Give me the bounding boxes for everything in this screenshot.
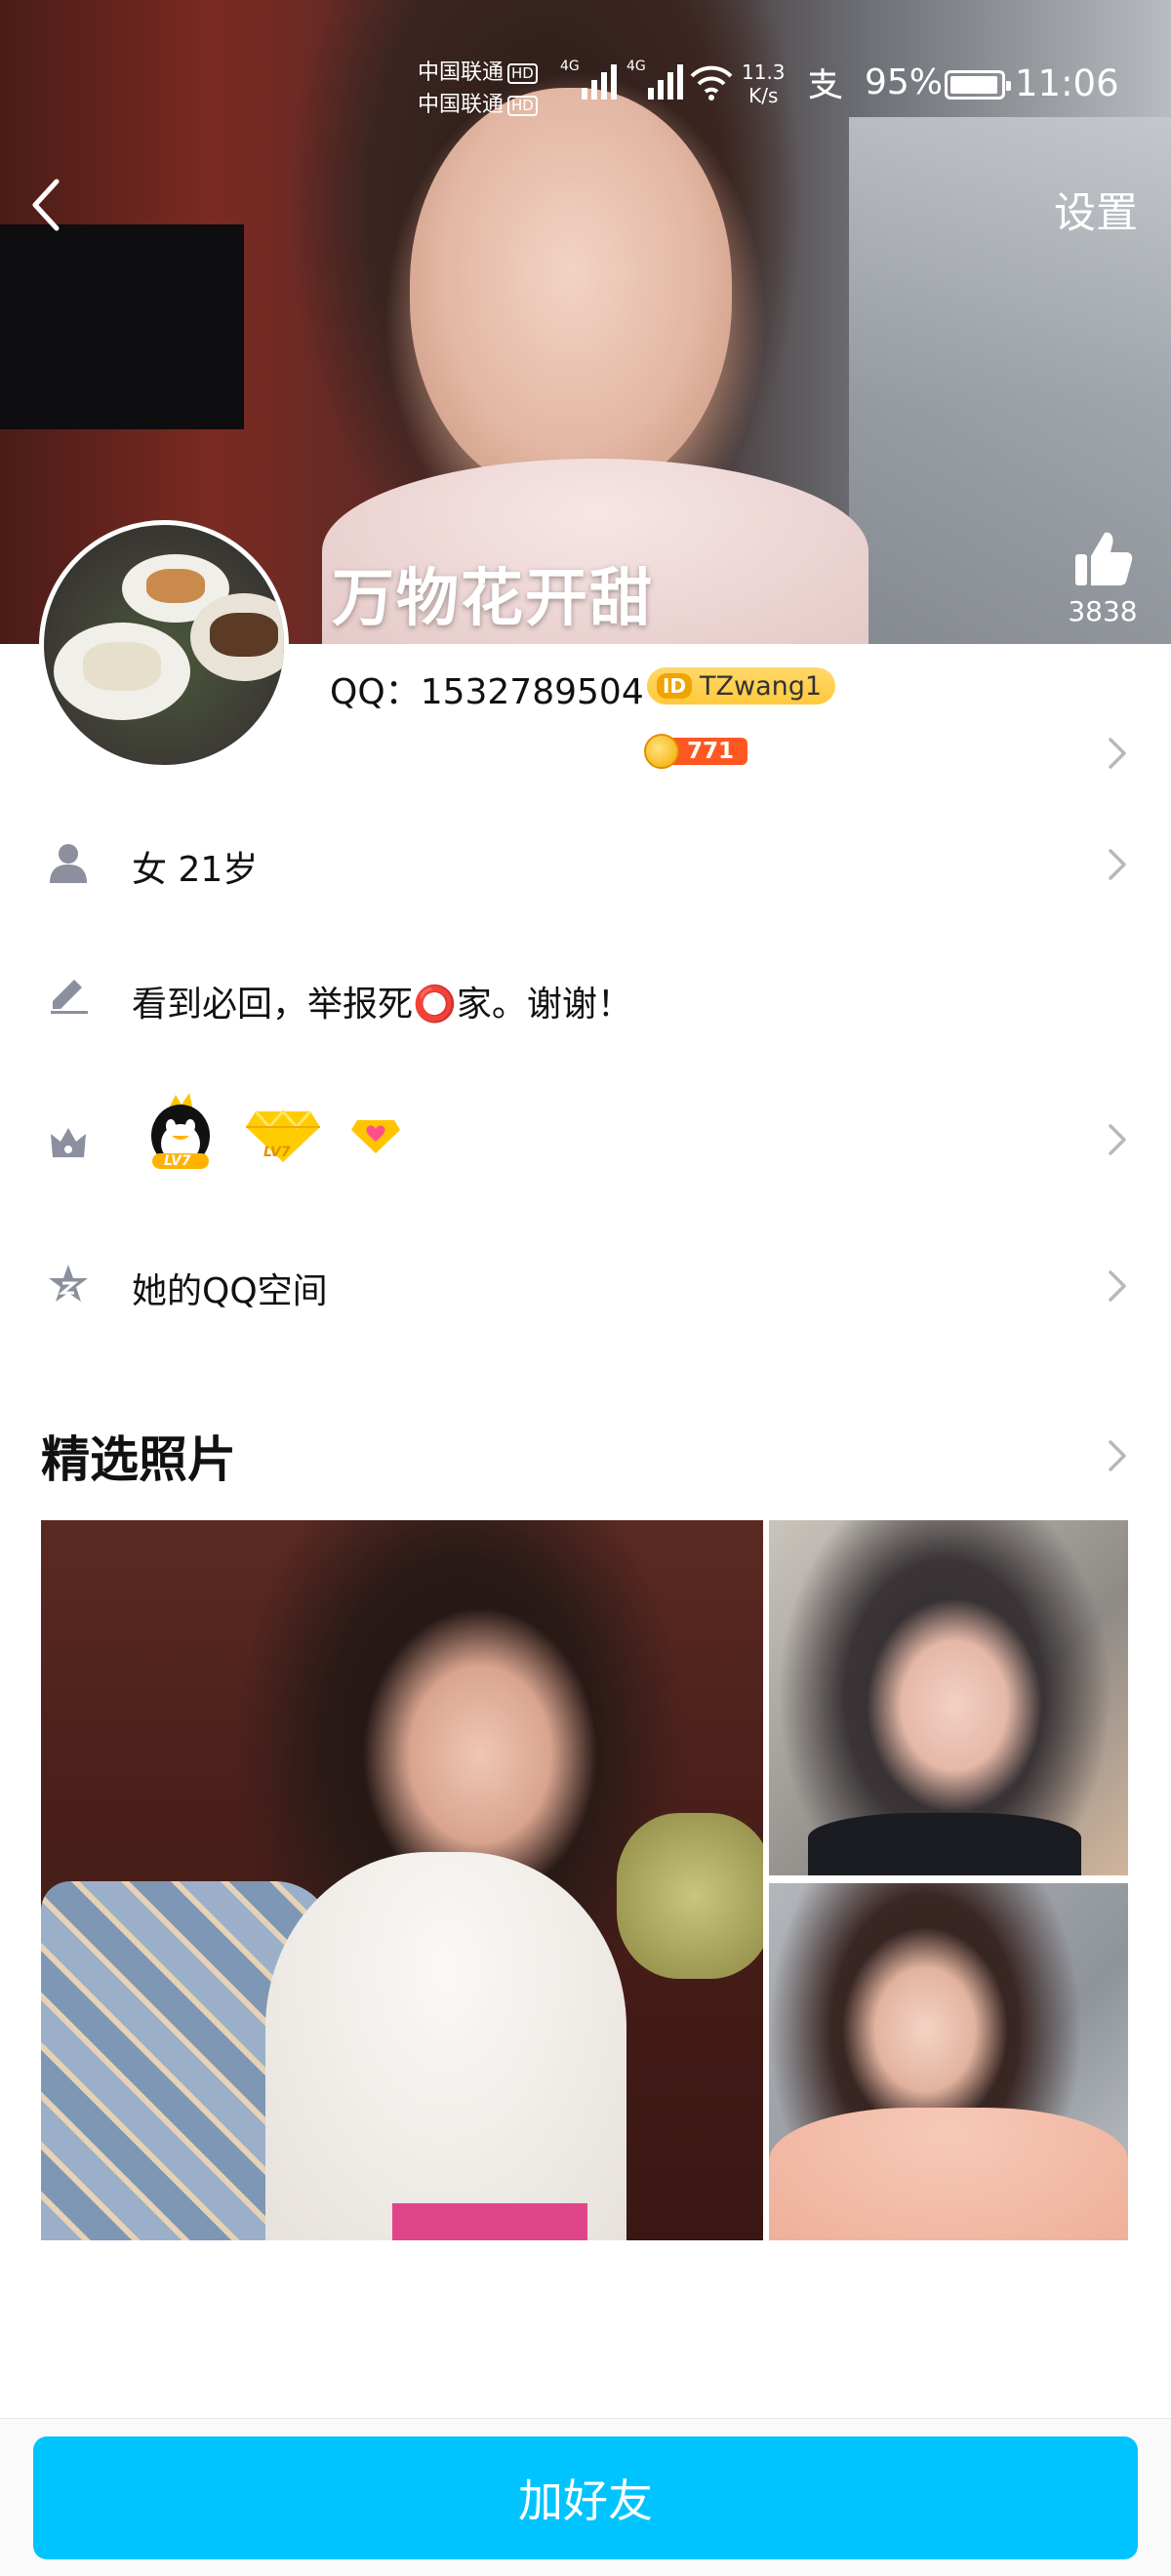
carrier-2: 中国联通 (418, 93, 505, 117)
thumbs-up-icon (1075, 532, 1133, 585)
diamond-level: LV7 (263, 1145, 291, 1160)
id-badge-icon: ID (657, 673, 693, 699)
qq-number: 1532789504 (420, 672, 644, 712)
like-button[interactable]: 3838 (1066, 527, 1140, 627)
heart-diamond-icon (351, 1120, 400, 1153)
hd-badge-2: HD (507, 95, 538, 116)
diamond-level-badge: LV7 (246, 1100, 320, 1168)
coin-value: 771 (669, 738, 748, 765)
crown-icon (51, 1128, 86, 1157)
coin-badge[interactable]: 771 (644, 734, 748, 769)
back-button[interactable] (27, 176, 66, 234)
person-icon (50, 844, 87, 883)
featured-photos-chevron-icon[interactable] (1105, 1436, 1130, 1475)
penguin-level: LV7 (164, 1153, 191, 1169)
coin-icon (644, 734, 679, 769)
signature-text: 看到必回，举报死⭕家。谢谢！ (132, 985, 632, 1025)
network-type-2: 4G (626, 59, 646, 74)
featured-photo-3[interactable] (769, 1883, 1128, 2240)
nickname: 万物花开甜 (332, 563, 654, 635)
battery-percent: 95% (865, 62, 944, 102)
chevron-right-icon (1109, 1270, 1126, 1302)
add-friend-button[interactable]: 加好友 (33, 2436, 1138, 2559)
wifi-icon (690, 65, 733, 101)
network-type-1: 4G (560, 59, 580, 74)
settings-button[interactable]: 设置 (1054, 180, 1138, 240)
qq-label: QQ： (330, 672, 421, 712)
battery-fill (950, 76, 997, 94)
cover-tv (0, 224, 244, 429)
signal-icon-1 (582, 64, 617, 100)
avatar[interactable] (39, 520, 289, 770)
featured-photo-2[interactable] (769, 1520, 1128, 1875)
qq-penguin-level-badge: LV7 (146, 1093, 215, 1175)
chevron-right-icon (1109, 1124, 1126, 1155)
star-icon (49, 1265, 88, 1302)
clock: 11:06 (1015, 62, 1119, 104)
cover-face (410, 88, 732, 498)
qq-number-line: QQ：1532789504 (330, 664, 644, 714)
battery-icon (945, 70, 1011, 100)
featured-photo-1[interactable] (41, 1520, 763, 2240)
network-speed: 11.3 K/s (742, 60, 786, 107)
signal-icon-2 (648, 64, 683, 100)
badge-list: LV7 LV7 (146, 1093, 400, 1175)
featured-photos-title: 精选照片 (41, 1431, 236, 1488)
gender-age-text: 女 21岁 (132, 850, 259, 890)
qid-text: TZwang1 (700, 670, 823, 702)
status-bar: 中国联通 HD 中国联通 HD 4G 4G 11.3 K/s 95% 11:06 (0, 51, 1171, 129)
qid-badge[interactable]: ID TZwang1 (647, 667, 836, 704)
qzone-text: 她的QQ空间 (132, 1271, 328, 1311)
profile-chevron-right-icon[interactable] (1105, 734, 1130, 773)
chevron-right-icon (1109, 849, 1126, 880)
carrier-1: 中国联通 (418, 60, 505, 85)
carrier-info: 中国联通 HD 中国联通 HD (418, 57, 538, 121)
hd-badge-1: HD (507, 62, 538, 84)
edit-icon (51, 980, 88, 1014)
like-count: 3838 (1068, 595, 1138, 627)
alipay-icon (809, 68, 842, 100)
